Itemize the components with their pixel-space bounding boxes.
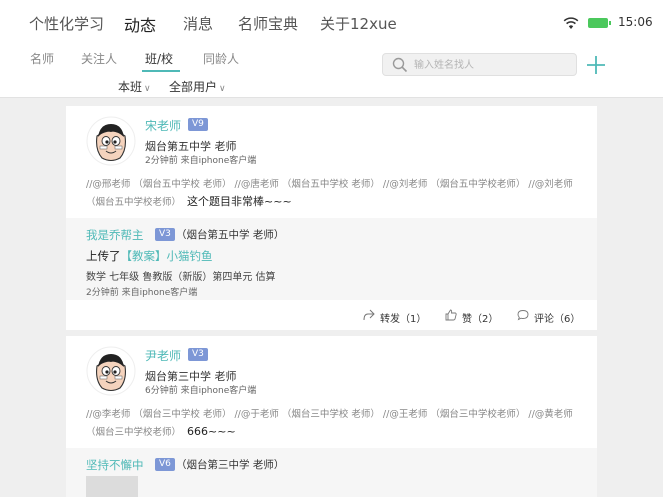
like-button[interactable]: 赞（2） <box>445 309 499 325</box>
search-input[interactable] <box>414 56 569 74</box>
level-badge: V3 <box>188 348 208 361</box>
original-author-name[interactable]: 我是乔帮主 <box>86 227 144 243</box>
post-message: 这个题目非常棒~~~ <box>187 195 292 208</box>
repost-meta: 2分钟前 来自iphone客户端 <box>86 288 198 298</box>
class-filter-label: 本班 <box>118 80 143 94</box>
class-filter-dropdown[interactable]: 本班 ∨ <box>118 78 151 95</box>
forward-label: 转发（1） <box>380 314 427 325</box>
add-icon[interactable] <box>585 54 607 76</box>
subtab-teachers[interactable]: 名师 <box>30 50 54 67</box>
author-school: 烟台第五中学 老师 <box>145 140 237 153</box>
reposted-content[interactable]: 坚持不懈中 V6 （烟台第三中学 老师） <box>66 448 597 497</box>
clock: 15:06 <box>618 15 653 29</box>
post-body: //@李老师 （烟台三中学校 老师） //@于老师 （烟台三中学校 老师） //… <box>86 406 581 441</box>
repost-title: 上传了【教案】小猫钓鱼 <box>86 248 213 264</box>
forward-icon <box>363 309 375 321</box>
top-bar: 个性化学习 动态 消息 名师宝典 关于12xue 15:06 名师 关注人 班/… <box>0 0 663 98</box>
like-label: 赞（2） <box>462 314 499 325</box>
post-meta: 6分钟前 来自iphone客户端 <box>145 386 257 396</box>
active-tab-indicator <box>142 70 180 72</box>
level-badge: V6 <box>155 458 175 471</box>
feed-post: 宋老师 V9 烟台第五中学 老师 2分钟前 来自iphone客户端 //@邢老师… <box>66 106 597 330</box>
post-actions: 转发（1） 赞（2） 评论（6） <box>66 306 597 326</box>
avatar[interactable] <box>86 346 136 396</box>
resource-description: 数学 七年级 鲁教版（新版）第四单元 估算 <box>86 272 276 283</box>
post-meta: 2分钟前 来自iphone客户端 <box>145 156 257 166</box>
chevron-down-icon: ∨ <box>144 84 151 94</box>
reposted-content[interactable]: 我是乔帮主 V3 （烟台第五中学 老师） 上传了【教案】小猫钓鱼 数学 七年级 … <box>66 218 597 300</box>
nav-teacher-guide[interactable]: 名师宝典 <box>238 13 298 34</box>
mention-chain: //@李老师 （烟台三中学校 老师） //@于老师 （烟台三中学校 老师） //… <box>86 409 573 438</box>
search-icon <box>392 57 408 73</box>
upload-action: 上传了 <box>86 249 121 263</box>
search-box <box>382 53 577 76</box>
resource-link[interactable]: 【教案】小猫钓鱼 <box>121 249 213 263</box>
forward-button[interactable]: 转发（1） <box>363 309 427 325</box>
resource-thumbnail[interactable] <box>86 476 138 497</box>
level-badge: V9 <box>188 118 208 131</box>
comment-label: 评论（6） <box>534 314 581 325</box>
wifi-icon <box>563 17 579 29</box>
avatar[interactable] <box>86 116 136 166</box>
author-name[interactable]: 宋老师 <box>145 117 181 134</box>
post-body: //@邢老师 （烟台五中学校 老师） //@唐老师 （烟台五中学校 老师） //… <box>86 176 581 211</box>
original-author-school: （烟台第三中学 老师） <box>176 459 285 471</box>
level-badge: V3 <box>155 228 175 241</box>
mention-chain: //@邢老师 （烟台五中学校 老师） //@唐老师 （烟台五中学校 老师） //… <box>86 179 573 208</box>
feed-post: 尹老师 V3 烟台第三中学 老师 6分钟前 来自iphone客户端 //@李老师… <box>66 336 597 497</box>
subtab-class-school[interactable]: 班/校 <box>145 50 173 67</box>
author-school: 烟台第三中学 老师 <box>145 370 237 383</box>
comment-button[interactable]: 评论（6） <box>517 310 581 325</box>
user-filter-dropdown[interactable]: 全部用户 ∨ <box>169 78 226 95</box>
subtab-following[interactable]: 关注人 <box>81 50 117 67</box>
author-name[interactable]: 尹老师 <box>145 347 181 364</box>
post-message: 666~~~ <box>187 425 236 438</box>
nav-feed[interactable]: 动态 <box>124 12 156 36</box>
nav-personalized-learning[interactable]: 个性化学习 <box>29 13 104 34</box>
chevron-down-icon: ∨ <box>219 84 226 94</box>
status-bar: 15:06 <box>563 15 653 31</box>
comment-icon <box>517 310 529 321</box>
original-author-name[interactable]: 坚持不懈中 <box>86 457 144 473</box>
thumbs-up-icon <box>445 309 457 321</box>
nav-messages[interactable]: 消息 <box>183 13 213 34</box>
user-filter-label: 全部用户 <box>169 80 218 94</box>
subtab-peers[interactable]: 同龄人 <box>203 50 239 67</box>
battery-icon <box>588 18 611 28</box>
nav-about[interactable]: 关于12xue <box>320 13 397 34</box>
original-author-school: （烟台第五中学 老师） <box>176 229 285 241</box>
